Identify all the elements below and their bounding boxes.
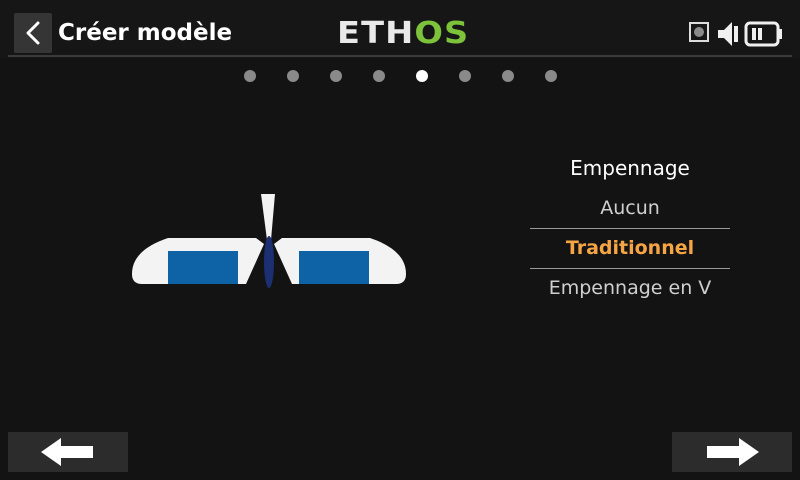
option-traditional[interactable]: Traditionnel: [530, 230, 730, 266]
previous-button[interactable]: [8, 432, 128, 472]
page-dot: [244, 70, 256, 82]
plane-tail-diagram: [132, 194, 406, 288]
right-elevator: [299, 251, 369, 284]
page-indicator: [0, 70, 800, 82]
option-divider: [530, 268, 730, 269]
option-none[interactable]: Aucun: [530, 190, 730, 226]
page-dot: [545, 70, 557, 82]
top-bar-divider: [8, 55, 792, 57]
speaker-icon: [718, 22, 738, 46]
back-button[interactable]: [14, 13, 52, 53]
vertical-fin: [261, 194, 275, 240]
left-elevator: [168, 251, 238, 284]
page-dot: [330, 70, 342, 82]
logo-text-os: OS: [414, 16, 470, 51]
arrow-left-icon: [41, 438, 93, 466]
ethos-logo: ETHOS: [337, 18, 469, 50]
chevron-left-icon: [26, 21, 40, 45]
arrow-right-icon: [707, 438, 759, 466]
page-dot: [287, 70, 299, 82]
page-dot: [502, 70, 514, 82]
storage-indicator-icon: [689, 22, 709, 42]
fuselage: [264, 236, 274, 288]
logo-text-eth: ETH: [337, 16, 415, 51]
page-title: Créer modèle: [58, 20, 233, 46]
page-dot: [459, 70, 471, 82]
top-bar: Créer modèle ETHOS: [0, 0, 800, 58]
option-divider: [530, 228, 730, 229]
battery-icon: [744, 21, 782, 47]
next-button[interactable]: [672, 432, 792, 472]
page-dot: [373, 70, 385, 82]
option-v-tail[interactable]: Empennage en V: [530, 270, 730, 306]
tail-type-heading: Empennage: [570, 156, 690, 180]
page-dot: [416, 70, 428, 82]
